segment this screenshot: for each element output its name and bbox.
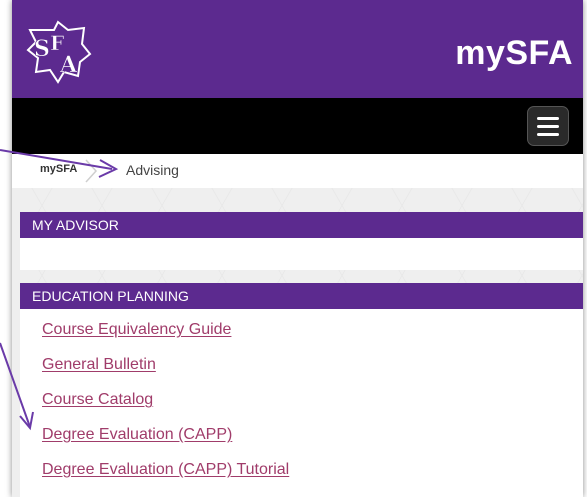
breadcrumb-separator-icon [85, 159, 98, 183]
hamburger-line-icon [537, 133, 559, 136]
svg-text:A: A [59, 52, 78, 78]
browser-frame: S F A mySFA mySFA Advising MY ADVISOR ED… [12, 0, 583, 497]
section-education-planning-body: Course Equivalency Guide General Bulleti… [20, 309, 583, 497]
section-my-advisor-header: MY ADVISOR [20, 212, 583, 238]
sfa-logo-icon[interactable]: S F A [24, 16, 96, 86]
link-general-bulletin[interactable]: General Bulletin [42, 356, 156, 374]
breadcrumb-current: Advising [126, 162, 179, 178]
nav-bar [12, 98, 583, 154]
section-my-advisor-body [20, 238, 583, 270]
hamburger-line-icon [537, 117, 559, 120]
link-course-equivalency-guide[interactable]: Course Equivalency Guide [42, 321, 231, 339]
link-course-catalog[interactable]: Course Catalog [42, 391, 153, 409]
breadcrumb-home-link[interactable]: mySFA [40, 163, 77, 175]
breadcrumb: mySFA Advising [12, 154, 583, 188]
site-brand-title[interactable]: mySFA [455, 34, 573, 73]
svg-text:S: S [34, 36, 50, 62]
link-degree-evaluation-capp-tutorial[interactable]: Degree Evaluation (CAPP) Tutorial [42, 461, 289, 479]
site-banner: S F A mySFA [12, 0, 583, 98]
page-content: MY ADVISOR EDUCATION PLANNING Course Equ… [12, 188, 583, 497]
hamburger-line-icon [537, 125, 559, 128]
section-education-planning-header: EDUCATION PLANNING [20, 283, 583, 309]
link-degree-evaluation-capp[interactable]: Degree Evaluation (CAPP) [42, 426, 232, 444]
hamburger-menu-button[interactable] [527, 106, 569, 146]
